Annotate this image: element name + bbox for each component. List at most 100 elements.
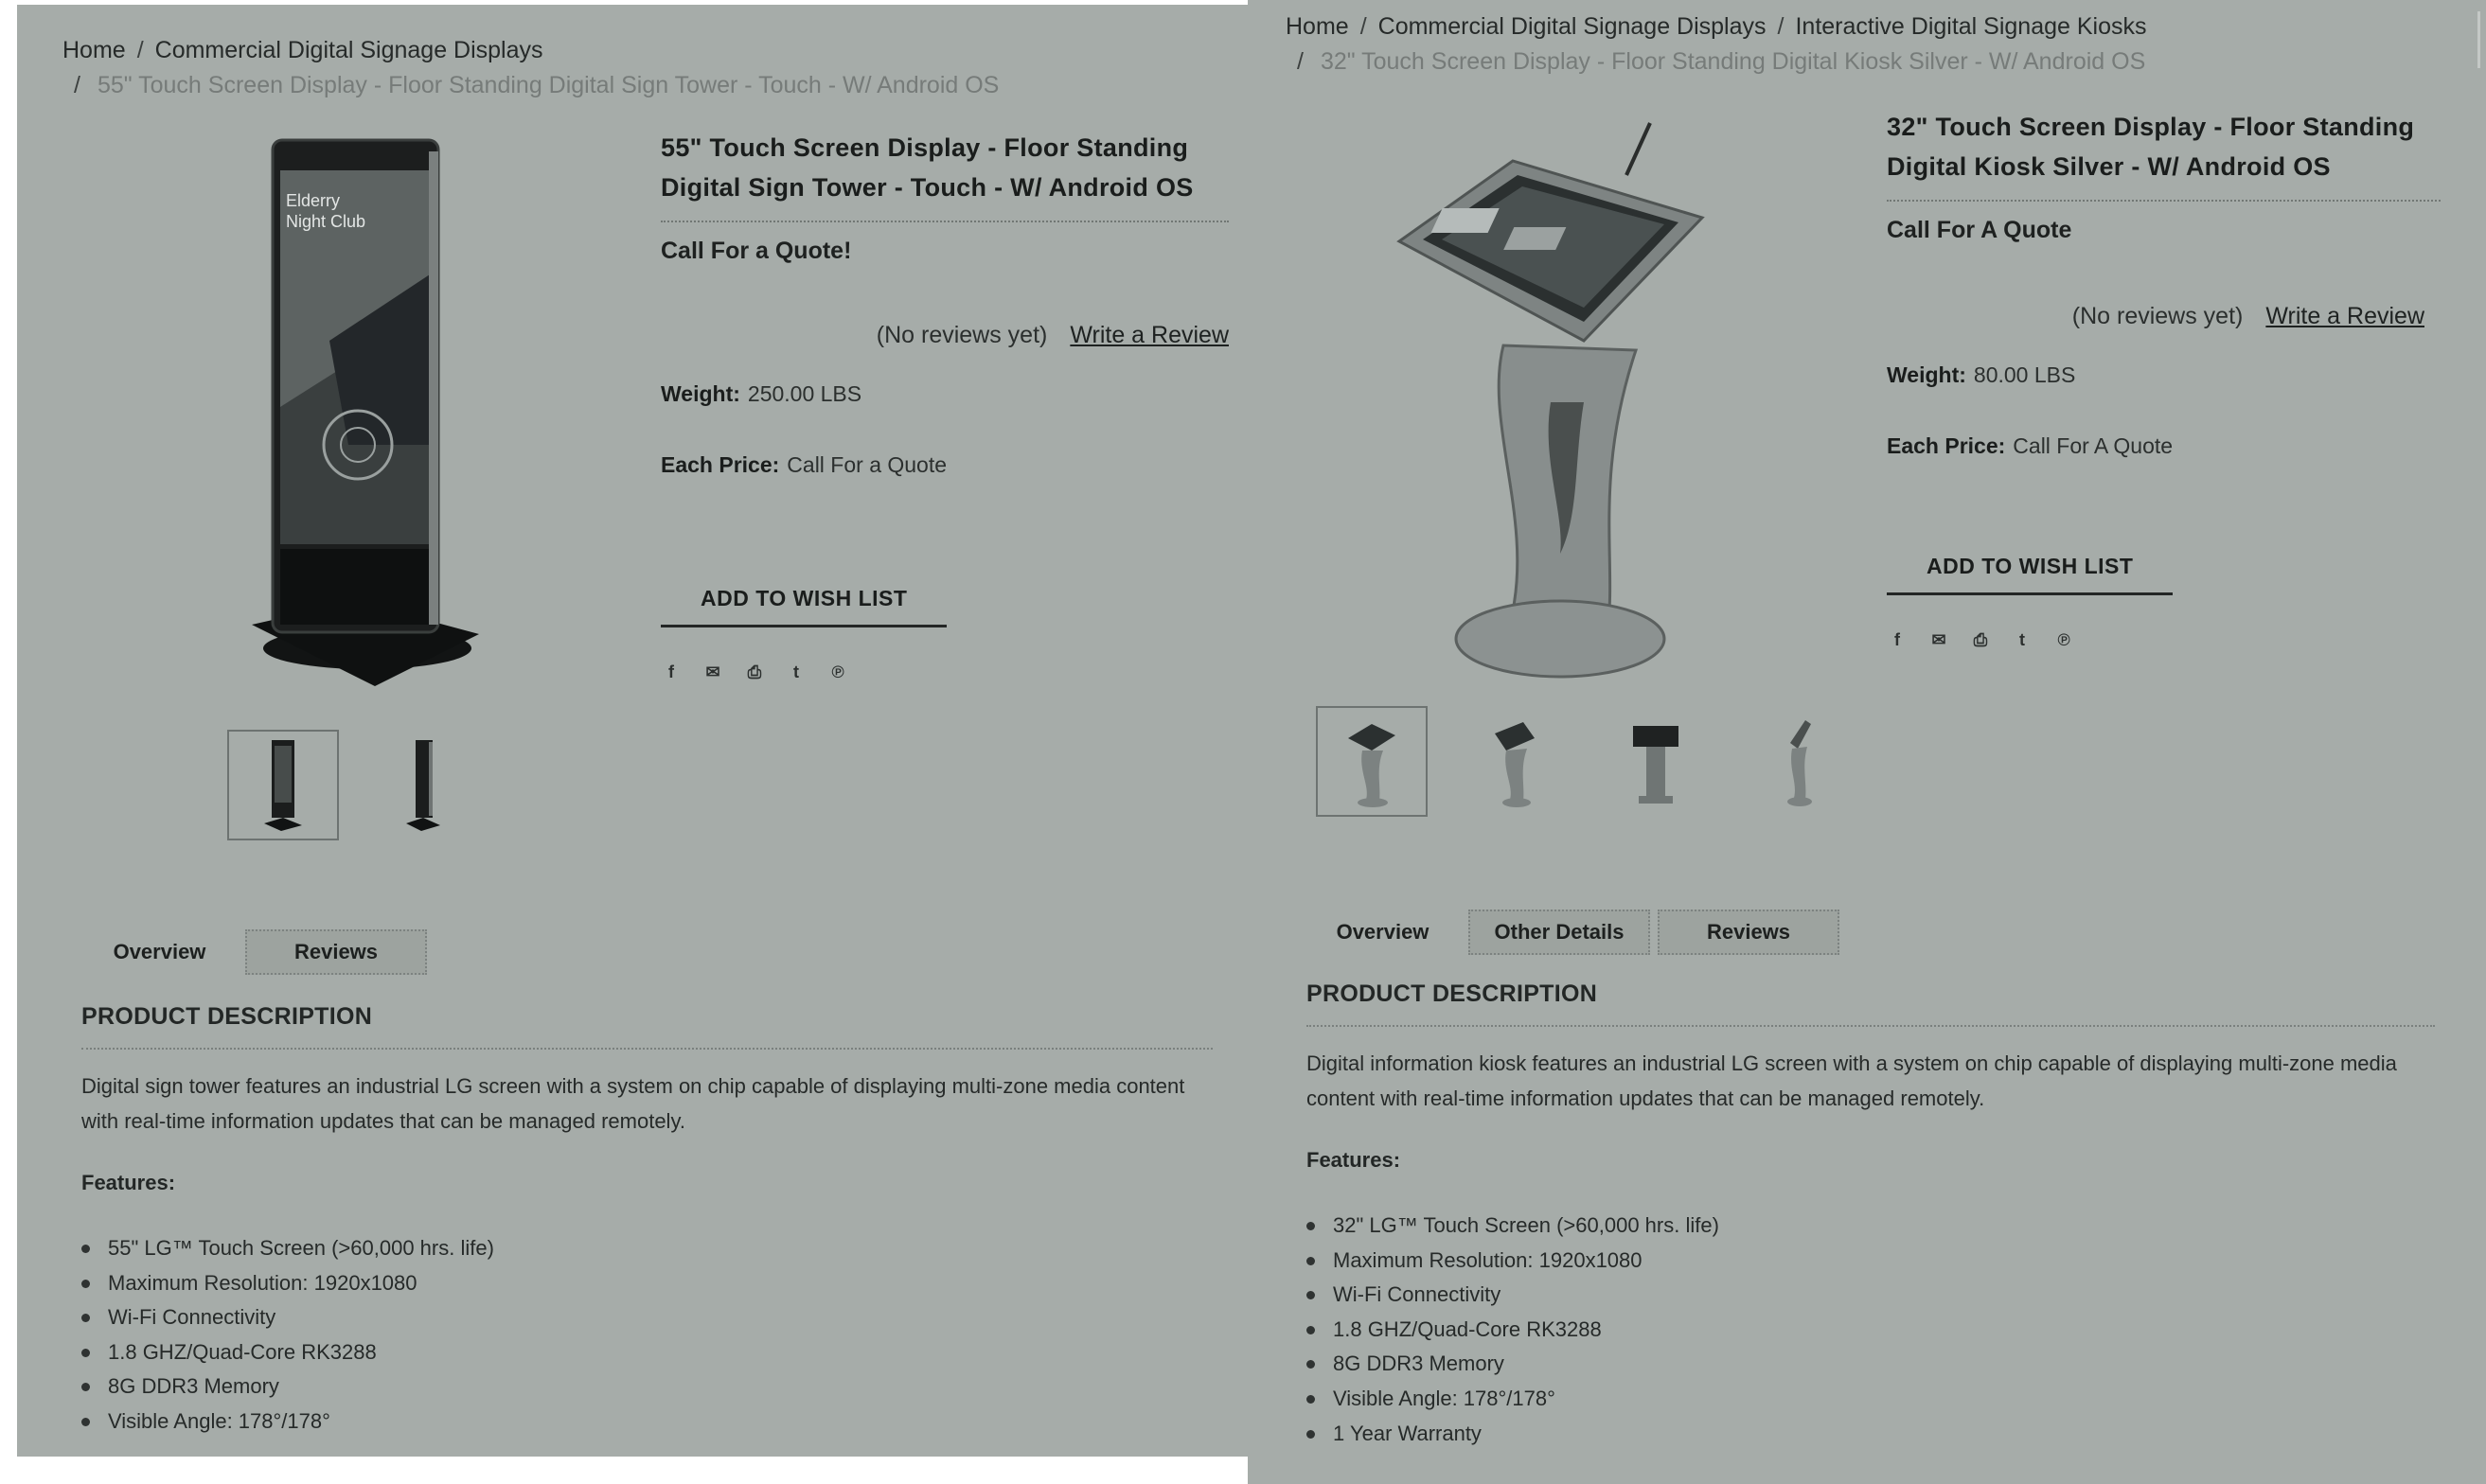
breadcrumb-home[interactable]: Home	[1286, 13, 1349, 40]
print-icon[interactable]: ⎙	[1970, 629, 1991, 650]
product-tabs: Overview Other Details Reviews	[1305, 910, 1839, 955]
breadcrumb-separator: /	[1777, 13, 1785, 40]
thumb-tower-side-image	[406, 739, 440, 831]
breadcrumb-separator: /	[74, 72, 80, 98]
wishlist-wrap: ADD TO WISH LIST	[1887, 554, 2441, 595]
thumbnail-2[interactable]	[1458, 706, 1570, 817]
product-info: 32" Touch Screen Display - Floor Standin…	[1887, 107, 2441, 650]
pinterest-icon[interactable]: ℗	[2053, 629, 2074, 650]
thumb-kiosk-image-3	[1633, 725, 1678, 804]
breadcrumb-category[interactable]: Commercial Digital Signage Displays	[155, 37, 543, 63]
thumbnail-3[interactable]	[1600, 706, 1712, 817]
features-heading: Features:	[1306, 1148, 1401, 1172]
product-title: 32" Touch Screen Display - Floor Standin…	[1887, 113, 2415, 181]
feature-item: Maximum Resolution: 1920x1080	[1306, 1244, 2435, 1279]
description-text: Digital sign tower features an industria…	[81, 1074, 1185, 1133]
feature-item: 8G DDR3 Memory	[81, 1369, 1213, 1404]
weight-value: 80.00 LBS	[1973, 362, 2076, 387]
thumb-kiosk-image-1	[1348, 723, 1395, 807]
feature-item: Maximum Resolution: 1920x1080	[81, 1266, 1213, 1301]
product-main-image[interactable]: Elderry Night Club	[235, 132, 490, 700]
tab-reviews[interactable]: Reviews	[1658, 910, 1839, 955]
breadcrumb-separator: /	[1359, 13, 1367, 40]
weight-row: Weight: 80.00 LBS	[1887, 362, 2441, 388]
social-share: f ✉ ⎙ t ℗	[1887, 629, 2441, 650]
tab-reviews[interactable]: Reviews	[245, 929, 427, 975]
screen-text-line-2: Night Club	[286, 212, 365, 231]
thumbnail-1[interactable]	[1316, 706, 1428, 817]
product-description: PRODUCT DESCRIPTION Digital sign tower f…	[81, 1003, 1213, 1440]
breadcrumb-category[interactable]: Commercial Digital Signage Displays	[1378, 13, 1767, 40]
feature-item: Wi-Fi Connectivity	[1306, 1278, 2435, 1313]
breadcrumb-home[interactable]: Home	[62, 37, 126, 63]
breadcrumb: Home / Commercial Digital Signage Displays…	[1286, 9, 2147, 80]
weight-row: Weight: 250.00 LBS	[661, 381, 1229, 407]
weight-value: 250.00 LBS	[747, 381, 862, 406]
price-label: Each Price:	[661, 452, 780, 477]
feature-item: Wi-Fi Connectivity	[81, 1300, 1213, 1335]
call-for-quote: Call For a Quote!	[661, 238, 852, 264]
feature-item: 32" LG™ Touch Screen (>60,000 hrs. life)	[1306, 1209, 2435, 1244]
product-main-image[interactable]	[1390, 118, 1749, 686]
features-list: 32" LG™ Touch Screen (>60,000 hrs. life)…	[1306, 1209, 2435, 1451]
facebook-icon[interactable]: f	[1887, 629, 1908, 650]
feature-item: Visible Angle: 178°/178°	[1306, 1382, 2435, 1417]
price-value: Call For a Quote	[787, 452, 948, 477]
description-divider	[81, 1048, 1213, 1050]
facebook-icon[interactable]: f	[661, 662, 682, 682]
feature-item: 8G DDR3 Memory	[1306, 1347, 2435, 1382]
twitter-icon[interactable]: t	[786, 662, 807, 682]
screen-text-line-1: Elderry	[286, 191, 340, 210]
description-divider	[1306, 1025, 2435, 1027]
thumb-kiosk-image-4	[1787, 719, 1812, 806]
write-review-link[interactable]: Write a Review	[1070, 322, 1229, 348]
reviews-count: (No reviews yet)	[2071, 303, 2244, 329]
thumb-kiosk-image-2	[1495, 721, 1535, 807]
feature-item: 1.8 GHZ/Quad-Core RK3288	[1306, 1313, 2435, 1348]
feature-item: 55" LG™ Touch Screen (>60,000 hrs. life)	[81, 1231, 1213, 1266]
add-to-wishlist-button[interactable]: ADD TO WISH LIST	[661, 586, 948, 627]
product-thumbnails	[227, 730, 479, 840]
breadcrumb: Home / Commercial Digital Signage Displays…	[62, 33, 999, 103]
features-list: 55" LG™ Touch Screen (>60,000 hrs. life)…	[81, 1231, 1213, 1440]
weight-label: Weight:	[661, 381, 740, 406]
breadcrumb-current-row: / 32" Touch Screen Display - Floor Standi…	[1286, 44, 2147, 80]
breadcrumb-current: 55" Touch Screen Display - Floor Standin…	[97, 72, 1000, 98]
weight-label: Weight:	[1887, 362, 1966, 387]
product-info: 55" Touch Screen Display - Floor Standin…	[661, 128, 1229, 682]
price-row: Each Price: Call For a Quote	[661, 452, 1229, 478]
tab-other-details[interactable]: Other Details	[1468, 910, 1650, 955]
tab-overview[interactable]: Overview	[81, 929, 238, 975]
product-tabs: Overview Reviews	[81, 929, 427, 975]
write-review-link[interactable]: Write a Review	[2265, 303, 2424, 329]
social-share: f ✉ ⎙ t ℗	[661, 662, 1229, 682]
twitter-icon[interactable]: t	[2012, 629, 2033, 650]
email-icon[interactable]: ✉	[1928, 629, 1949, 650]
features-heading: Features:	[81, 1171, 176, 1194]
add-to-wishlist-button[interactable]: ADD TO WISH LIST	[1887, 554, 2174, 595]
description-heading: PRODUCT DESCRIPTION	[81, 1003, 373, 1030]
price-value: Call For A Quote	[2013, 433, 2174, 458]
breadcrumb-subcategory[interactable]: Interactive Digital Signage Kiosks	[1795, 13, 2146, 40]
email-icon[interactable]: ✉	[702, 662, 723, 682]
product-page-left: Home / Commercial Digital Signage Displays…	[17, 5, 1248, 1457]
breadcrumb-separator: /	[1297, 48, 1304, 75]
tab-overview[interactable]: Overview	[1305, 910, 1461, 955]
product-title: 55" Touch Screen Display - Floor Standin…	[661, 133, 1194, 202]
breadcrumb-current-row: / 55" Touch Screen Display - Floor Standi…	[62, 68, 999, 103]
wishlist-wrap: ADD TO WISH LIST	[661, 586, 1229, 627]
pinterest-icon[interactable]: ℗	[827, 662, 848, 682]
product-page-right: Home / Commercial Digital Signage Displays…	[1248, 0, 2486, 1484]
description-heading: PRODUCT DESCRIPTION	[1306, 980, 1598, 1007]
reviews-count: (No reviews yet)	[876, 322, 1048, 348]
title-divider	[661, 221, 1229, 222]
price-row: Each Price: Call For A Quote	[1887, 433, 2441, 459]
thumbnail-front[interactable]	[227, 730, 339, 840]
product-thumbnails	[1316, 706, 1854, 817]
product-description: PRODUCT DESCRIPTION Digital information …	[1306, 980, 2435, 1451]
thumbnail-4[interactable]	[1742, 706, 1854, 817]
thumbnail-side[interactable]	[367, 730, 479, 840]
description-text: Digital information kiosk features an in…	[1306, 1051, 2397, 1110]
print-icon[interactable]: ⎙	[744, 662, 765, 682]
reviews-line: (No reviews yet) Write a Review	[1887, 303, 2441, 330]
